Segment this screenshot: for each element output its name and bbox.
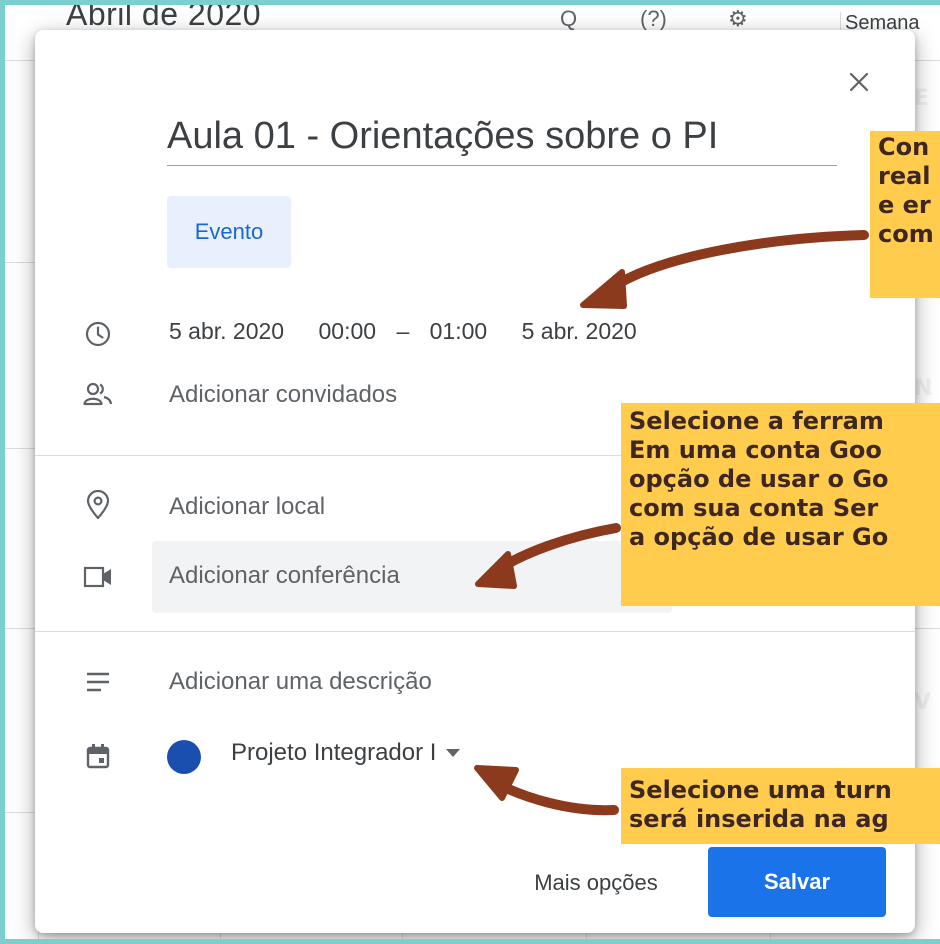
start-time[interactable]: 00:00 — [319, 318, 377, 344]
annotation-callout: Selecione a ferram Em uma conta Goo opçã… — [621, 403, 940, 606]
settings-icon[interactable]: ⚙ — [728, 6, 748, 32]
annotation-line: real — [878, 162, 931, 190]
annotation-line: a opção de usar Go — [629, 523, 889, 551]
annotation-line: e er — [878, 191, 931, 219]
annotation-line: com sua conta Ser — [629, 494, 879, 522]
chevron-down-icon — [446, 749, 461, 757]
save-button[interactable]: Salvar — [708, 847, 886, 917]
calendar-month-title: Abril de 2020 — [66, 0, 262, 32]
background-letter: N — [914, 376, 933, 401]
search-icon[interactable]: Q — [560, 6, 577, 32]
add-conference-label: Adicionar conferência — [169, 562, 400, 589]
more-options-button[interactable]: Mais opções — [501, 850, 691, 916]
video-camera-icon — [83, 562, 113, 592]
end-date[interactable]: 5 abr. 2020 — [522, 318, 637, 344]
calendar-icon — [83, 741, 113, 771]
calendar-name: Projeto Integrador I — [231, 739, 437, 766]
add-conference-button[interactable]: Adicionar conferência — [152, 541, 672, 613]
annotation-line: opção de usar o Go — [629, 465, 889, 493]
annotation-line: Con — [878, 133, 930, 161]
add-guests-field[interactable]: Adicionar convidados — [169, 381, 397, 409]
event-title-input[interactable]: Aula 01 - Orientações sobre o PI — [167, 116, 837, 166]
end-time[interactable]: 01:00 — [430, 318, 488, 344]
clock-icon — [83, 319, 113, 349]
background-letter: V — [914, 690, 932, 715]
time-separator: – — [396, 318, 410, 344]
add-location-field[interactable]: Adicionar local — [169, 493, 325, 521]
location-pin-icon — [83, 490, 113, 520]
background-letter: E — [914, 86, 930, 111]
add-description-field[interactable]: Adicionar uma descrição — [169, 668, 432, 696]
annotation-line: será inserida na ag — [629, 805, 889, 833]
annotation-line: com — [878, 220, 934, 248]
close-button[interactable] — [837, 60, 881, 104]
annotation-line: Selecione a ferram — [629, 407, 884, 435]
annotation-line: Selecione uma turn — [629, 776, 892, 804]
start-date[interactable]: 5 abr. 2020 — [169, 318, 284, 344]
notes-icon — [83, 667, 113, 697]
annotation-line: Em uma conta Goo — [629, 436, 882, 464]
close-icon — [849, 72, 869, 92]
calendar-selector[interactable]: Projeto Integrador I — [231, 739, 461, 767]
event-type-tab[interactable]: Evento — [167, 196, 291, 268]
people-icon — [83, 379, 113, 409]
annotation-callout: Con real e er com — [870, 131, 940, 298]
calendar-color-dot[interactable] — [167, 740, 201, 774]
section-divider — [35, 631, 915, 632]
annotation-callout: Selecione uma turn será inserida na ag — [621, 768, 940, 844]
event-date-time: 5 abr. 2020 00:00 – 01:00 5 abr. 2020 — [169, 318, 637, 345]
help-icon[interactable]: (?) — [640, 6, 667, 32]
